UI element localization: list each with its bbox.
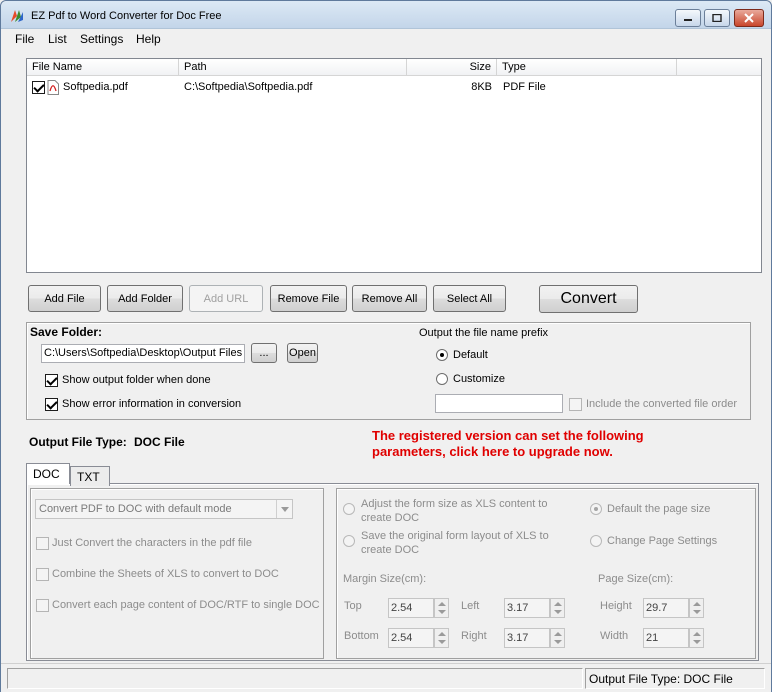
tab-doc[interactable]: DOC (26, 463, 70, 484)
margin-left-input[interactable]: 3.17 (504, 598, 550, 618)
row-type: PDF File (503, 81, 546, 93)
show-output-folder-checkbox[interactable] (45, 374, 58, 387)
single-doc-checkbox[interactable] (36, 599, 49, 612)
add-url-button[interactable]: Add URL (189, 285, 263, 312)
page-size-label: Page Size(cm): (598, 573, 674, 585)
column-type[interactable]: Type (497, 59, 677, 76)
remove-file-button[interactable]: Remove File (270, 285, 347, 312)
margin-top-input[interactable]: 2.54 (388, 598, 434, 618)
include-order-checkbox[interactable] (569, 398, 582, 411)
change-page-label: Change Page Settings (607, 535, 718, 547)
margin-bottom-label: Bottom (344, 630, 379, 642)
add-folder-button[interactable]: Add Folder (107, 285, 183, 312)
save-form-label: Save the original form layout of XLS to … (361, 530, 549, 556)
prefix-default-radio[interactable] (436, 349, 448, 361)
page-height-spinner[interactable] (689, 598, 704, 618)
remove-all-button[interactable]: Remove All (352, 285, 427, 312)
column-path[interactable]: Path (179, 59, 407, 76)
adjust-form-label: Adjust the form size as XLS content to c… (361, 498, 548, 524)
column-file-name[interactable]: File Name (27, 59, 179, 76)
close-button[interactable] (734, 9, 764, 27)
margin-top-spinner[interactable] (434, 598, 449, 618)
maximize-button[interactable] (704, 9, 730, 27)
prefix-customize-label: Customize (453, 373, 505, 385)
adjust-form-radio[interactable] (343, 503, 355, 515)
select-all-button[interactable]: Select All (433, 285, 506, 312)
margin-bottom-spinner[interactable] (434, 628, 449, 648)
just-convert-label: Just Convert the characters in the pdf f… (52, 537, 252, 549)
maximize-icon (712, 14, 722, 22)
menu-list[interactable]: List (48, 32, 67, 46)
save-folder-input[interactable]: C:\Users\Softpedia\Desktop\Output Files (41, 344, 245, 363)
include-order-label: Include the converted file order (586, 398, 738, 410)
app-window: EZ Pdf to Word Converter for Doc Free Fi… (0, 0, 772, 692)
margin-size-label: Margin Size(cm): (343, 573, 427, 585)
output-type-value: DOC File (134, 435, 185, 449)
change-page-radio[interactable] (590, 535, 602, 547)
default-page-radio[interactable] (590, 503, 602, 515)
upgrade-line-1: The registered version can set the follo… (372, 428, 644, 443)
combine-sheets-checkbox[interactable] (36, 568, 49, 581)
margin-left-label: Left (461, 600, 480, 612)
margin-right-label: Right (461, 630, 487, 642)
row-path: C:\Softpedia\Softpedia.pdf (184, 81, 313, 93)
page-height-label: Height (600, 600, 632, 612)
mode-select[interactable]: Convert PDF to DOC with default mode (35, 499, 293, 519)
row-file-name: Softpedia.pdf (63, 81, 128, 93)
upgrade-line-2: parameters, click here to upgrade now. (372, 444, 613, 459)
prefix-input[interactable] (435, 394, 563, 413)
margin-bottom-input[interactable]: 2.54 (388, 628, 434, 648)
tab-txt[interactable]: TXT (70, 466, 110, 486)
status-pane-empty (7, 668, 583, 689)
prefix-default-label: Default (453, 349, 488, 361)
page-width-input[interactable]: 21 (643, 628, 689, 648)
margin-top-label: Top (344, 600, 362, 612)
chevron-down-icon (276, 500, 292, 518)
menu-help[interactable]: Help (136, 32, 161, 46)
window-title: EZ Pdf to Word Converter for Doc Free (31, 10, 222, 22)
upgrade-link[interactable]: The registered version can set the follo… (372, 428, 644, 460)
margin-left-spinner[interactable] (550, 598, 565, 618)
browse-button[interactable]: ... (251, 343, 277, 363)
margin-right-spinner[interactable] (550, 628, 565, 648)
app-icon (11, 10, 23, 22)
default-page-label: Default the page size (607, 503, 711, 515)
row-size: 8KB (471, 81, 492, 93)
show-error-info-checkbox[interactable] (45, 398, 58, 411)
minimize-button[interactable] (675, 9, 701, 27)
convert-button[interactable]: Convert (539, 285, 638, 313)
page-width-label: Width (600, 630, 629, 642)
combine-sheets-label: Combine the Sheets of XLS to convert to … (52, 568, 279, 580)
close-icon (744, 13, 754, 23)
mode-select-value: Convert PDF to DOC with default mode (39, 503, 232, 515)
prefix-label: Output the file name prefix (419, 327, 549, 339)
show-error-info-label: Show error information in conversion (62, 398, 242, 410)
menu-bar: File List Settings Help (1, 29, 771, 49)
row-checkbox[interactable] (32, 81, 45, 94)
title-bar[interactable]: EZ Pdf to Word Converter for Doc Free (1, 1, 771, 29)
pdf-file-icon (47, 80, 59, 95)
status-output-type: Output File Type: DOC File (585, 668, 765, 689)
menu-file[interactable]: File (15, 32, 34, 46)
page-height-input[interactable]: 29.7 (643, 598, 689, 618)
open-folder-button[interactable]: Open (287, 343, 318, 363)
menu-settings[interactable]: Settings (80, 32, 123, 46)
show-output-folder-label: Show output folder when done (62, 374, 211, 386)
page-width-spinner[interactable] (689, 628, 704, 648)
status-bar: Output File Type: DOC File (1, 663, 771, 692)
file-list-header: File Name Path Size Type (27, 59, 761, 76)
single-doc-label: Convert each page content of DOC/RTF to … (52, 599, 320, 611)
prefix-customize-radio[interactable] (436, 373, 448, 385)
margin-right-input[interactable]: 3.17 (504, 628, 550, 648)
output-type-label: Output File Type: (29, 435, 127, 449)
column-size[interactable]: Size (407, 59, 497, 76)
save-form-radio[interactable] (343, 535, 355, 547)
file-list[interactable]: File Name Path Size Type Softpedia.pdf C… (26, 58, 762, 273)
minimize-icon (684, 19, 692, 21)
save-folder-label: Save Folder: (30, 325, 103, 339)
file-list-row[interactable]: Softpedia.pdf C:\Softpedia\Softpedia.pdf… (27, 79, 761, 96)
just-convert-checkbox[interactable] (36, 537, 49, 550)
add-file-button[interactable]: Add File (28, 285, 101, 312)
